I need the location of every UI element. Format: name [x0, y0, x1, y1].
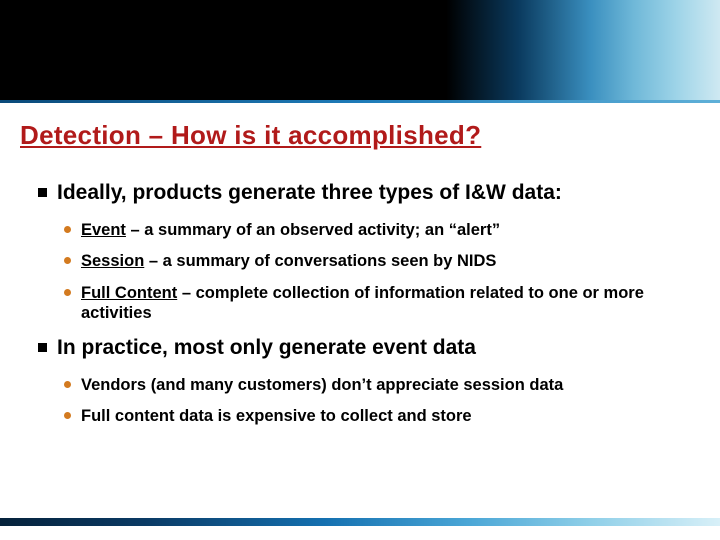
- sub-bullet-event: Event – a summary of an observed activit…: [64, 220, 692, 241]
- bullet-2-sublist: Vendors (and many customers) don’t appre…: [64, 375, 692, 427]
- bullet-2: In practice, most only generate event da…: [38, 335, 692, 361]
- bullet-2-text: In practice, most only generate event da…: [57, 335, 476, 361]
- bullet-1-sublist: Event – a summary of an observed activit…: [64, 220, 692, 325]
- dot-bullet-icon: [64, 226, 71, 233]
- dot-bullet-icon: [64, 257, 71, 264]
- slide: Detection – How is it accomplished? Idea…: [0, 0, 720, 540]
- square-bullet-icon: [38, 343, 47, 352]
- sub-vendors-text: Vendors (and many customers) don’t appre…: [81, 375, 563, 396]
- term-session: Session: [81, 252, 144, 270]
- term-event: Event: [81, 221, 126, 239]
- page-number: 12: [0, 527, 720, 538]
- sub-bullet-vendors: Vendors (and many customers) don’t appre…: [64, 375, 692, 396]
- slide-title: Detection – How is it accomplished?: [20, 120, 481, 151]
- slide-body: Ideally, products generate three types o…: [38, 180, 692, 438]
- dot-bullet-icon: [64, 412, 71, 419]
- term-fullcontent: Full Content: [81, 284, 177, 302]
- desc-event: – a summary of an observed activity; an …: [126, 221, 500, 239]
- header-banner: [0, 0, 720, 100]
- dot-bullet-icon: [64, 289, 71, 296]
- sub-expensive-text: Full content data is expensive to collec…: [81, 406, 472, 427]
- sub-bullet-session: Session – a summary of conversations see…: [64, 251, 692, 272]
- bullet-1: Ideally, products generate three types o…: [38, 180, 692, 206]
- dot-bullet-icon: [64, 381, 71, 388]
- footer-gradient-bar: [0, 518, 720, 526]
- sub-bullet-fullcontent: Full Content – complete collection of in…: [64, 283, 692, 324]
- square-bullet-icon: [38, 188, 47, 197]
- sub-bullet-expensive: Full content data is expensive to collec…: [64, 406, 692, 427]
- desc-session: – a summary of conversations seen by NID…: [144, 252, 496, 270]
- bullet-1-text: Ideally, products generate three types o…: [57, 180, 562, 206]
